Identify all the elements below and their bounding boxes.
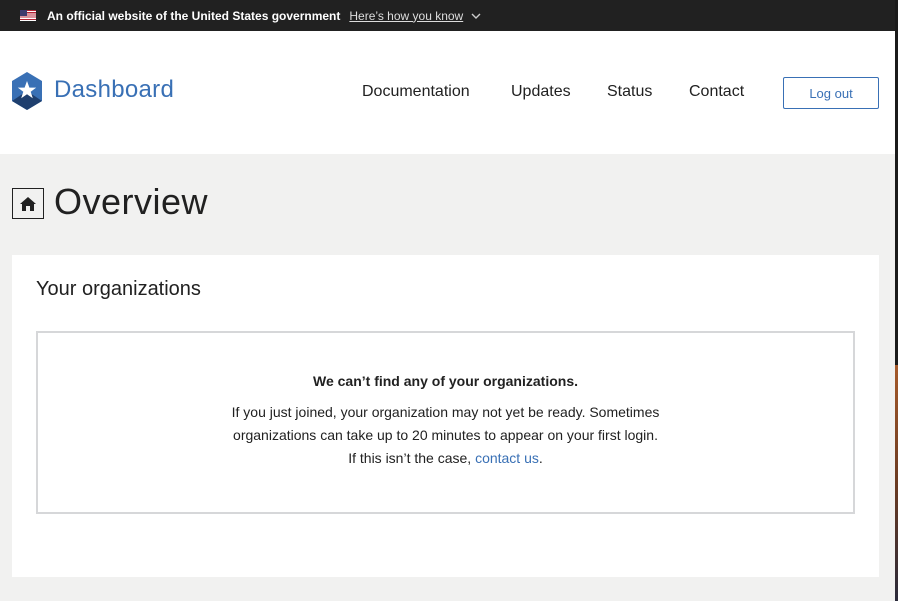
empty-state: We can’t find any of your organizations.… bbox=[36, 331, 855, 514]
empty-state-title: We can’t find any of your organizations. bbox=[313, 373, 578, 389]
organizations-heading: Your organizations bbox=[36, 278, 201, 300]
home-button[interactable] bbox=[12, 188, 44, 219]
log-out-button[interactable]: Log out bbox=[783, 77, 879, 109]
empty-state-line: If this isn’t the case, contact us. bbox=[38, 447, 853, 470]
empty-state-body: If you just joined, your organization ma… bbox=[38, 401, 853, 470]
gov-banner-text: An official website of the United States… bbox=[47, 8, 341, 23]
nav-documentation[interactable]: Documentation bbox=[362, 83, 470, 101]
nav-contact[interactable]: Contact bbox=[689, 83, 744, 101]
heres-how-you-know-link[interactable]: Here’s how you know bbox=[349, 9, 463, 23]
nav-status[interactable]: Status bbox=[607, 83, 652, 101]
chevron-down-icon[interactable] bbox=[471, 11, 481, 21]
contact-us-link[interactable]: contact us bbox=[475, 450, 539, 466]
empty-state-line: If you just joined, your organization ma… bbox=[231, 404, 660, 420]
empty-state-suffix: . bbox=[538, 450, 543, 466]
site-header: Dashboard Documentation Updates Status C… bbox=[0, 31, 895, 154]
gov-banner: An official website of the United States… bbox=[0, 0, 895, 31]
organizations-panel: Your organizations We can’t find any of … bbox=[12, 255, 879, 577]
brand-dashboard[interactable]: Dashboard bbox=[54, 76, 174, 104]
nav-updates[interactable]: Updates bbox=[511, 83, 571, 101]
empty-state-prefix: If this isn’t the case, bbox=[348, 450, 476, 466]
page-title: Overview bbox=[54, 181, 209, 222]
star-hexagon-logo-icon[interactable] bbox=[12, 72, 42, 110]
home-icon bbox=[20, 196, 36, 211]
us-flag-icon bbox=[20, 10, 36, 21]
empty-state-line: organizations can take up to 20 minutes … bbox=[233, 427, 658, 443]
